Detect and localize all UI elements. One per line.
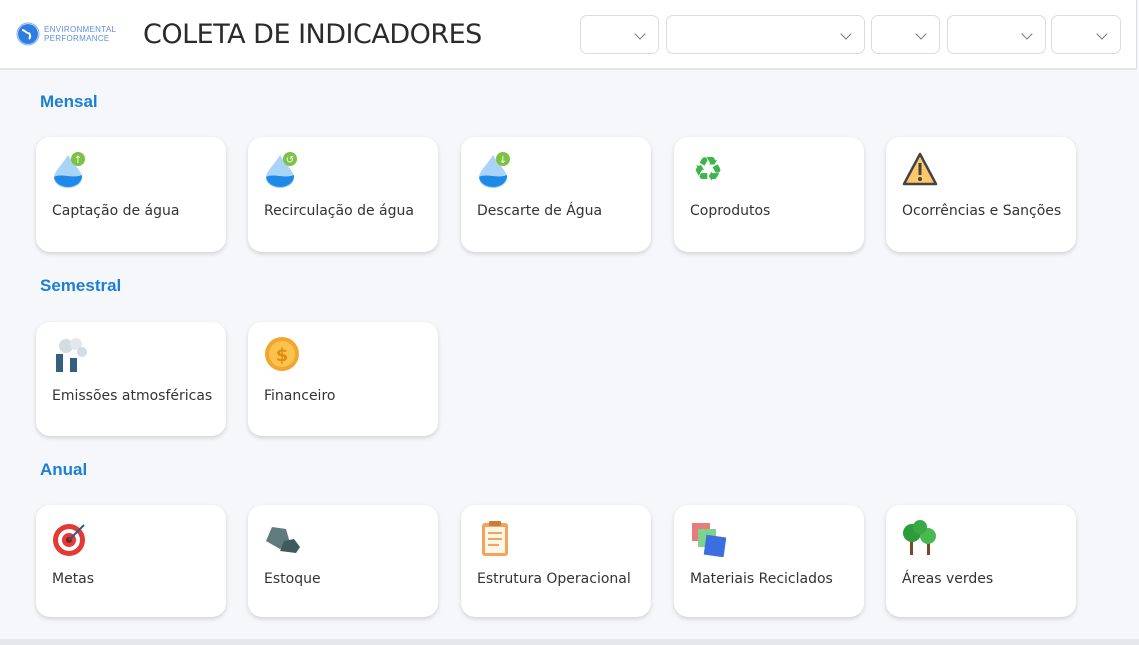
- target-icon: [52, 519, 88, 557]
- materials-icon: [690, 519, 727, 558]
- globe-icon: [16, 22, 40, 46]
- filter-select-5[interactable]: [1051, 15, 1121, 54]
- coin-icon: $: [264, 336, 300, 374]
- page-title: COLETA DE INDICADORES: [143, 19, 482, 50]
- warning-icon: [902, 151, 938, 189]
- chevron-down-icon: [1096, 28, 1108, 40]
- chevron-down-icon: [840, 28, 852, 40]
- water-drop-recycle-icon: ↺: [264, 151, 300, 189]
- filter-select-4[interactable]: [947, 15, 1046, 54]
- indicator-card-label: Materiais Reciclados: [690, 571, 833, 587]
- section-title-semestral: Semestral: [40, 276, 122, 295]
- svg-text:↑: ↑: [74, 155, 82, 166]
- indicator-card[interactable]: ↺ Recirculação de água: [248, 137, 438, 252]
- indicator-card-label: Captação de água: [52, 203, 180, 219]
- recycle-icon: ♻: [690, 150, 726, 190]
- indicator-card[interactable]: ↓ Descarte de Água: [461, 137, 651, 252]
- svg-text:$: $: [276, 345, 289, 366]
- svg-text:↓: ↓: [499, 155, 507, 166]
- indicator-card[interactable]: Ocorrências e Sanções: [886, 137, 1076, 252]
- filter-select-1[interactable]: [580, 15, 659, 54]
- indicator-card-label: Descarte de Água: [477, 203, 603, 219]
- chevron-down-icon: [634, 28, 646, 40]
- indicator-card-label: Estrutura Operacional: [477, 571, 631, 587]
- svg-text:♻: ♻: [693, 151, 723, 189]
- chevron-down-icon: [1021, 28, 1033, 40]
- indicator-card[interactable]: Estoque: [248, 505, 438, 617]
- chevron-down-icon: [915, 28, 927, 40]
- section-title-anual: Anual: [40, 460, 88, 479]
- indicator-card-label: Emissões atmosféricas: [52, 388, 213, 404]
- logo[interactable]: ENVIRONMENTAL PERFORMANCE: [16, 22, 116, 46]
- indicator-card-label: Estoque: [264, 571, 321, 587]
- indicator-card[interactable]: Metas: [36, 505, 226, 617]
- bottom-bar: [0, 639, 1139, 645]
- indicator-card[interactable]: ♻ Coprodutos: [674, 137, 864, 252]
- indicator-card-label: Áreas verdes: [902, 571, 994, 587]
- water-drop-down-icon: ↓: [477, 151, 513, 189]
- indicator-card[interactable]: ↑ Captação de água: [36, 137, 226, 252]
- indicator-card[interactable]: $ Financeiro: [248, 322, 438, 436]
- section-title-mensal: Mensal: [40, 92, 98, 111]
- indicator-card[interactable]: Áreas verdes: [886, 505, 1076, 617]
- filter-select-3[interactable]: [871, 15, 940, 54]
- indicator-card[interactable]: Estrutura Operacional: [461, 505, 651, 617]
- indicator-card-label: Recirculação de água: [264, 203, 414, 219]
- filter-select-2[interactable]: [666, 15, 865, 54]
- indicator-card-label: Ocorrências e Sanções: [902, 203, 1062, 219]
- indicator-card-label: Coprodutos: [690, 203, 771, 219]
- trees-icon: [902, 519, 938, 557]
- indicator-card-label: Metas: [52, 571, 95, 587]
- rocks-icon: [264, 519, 300, 557]
- indicator-card[interactable]: Materiais Reciclados: [674, 505, 864, 617]
- logo-line2: PERFORMANCE: [44, 34, 110, 43]
- factory-icon: [52, 336, 88, 374]
- header: ENVIRONMENTAL PERFORMANCE COLETA DE INDI…: [0, 0, 1137, 70]
- indicator-card-label: Financeiro: [264, 388, 336, 404]
- clipboard-icon: [477, 519, 513, 557]
- logo-line1: ENVIRONMENTAL: [44, 25, 117, 34]
- water-drop-up-icon: ↑: [52, 151, 88, 189]
- indicator-card[interactable]: Emissões atmosféricas: [36, 322, 226, 436]
- svg-text:↺: ↺: [286, 155, 294, 166]
